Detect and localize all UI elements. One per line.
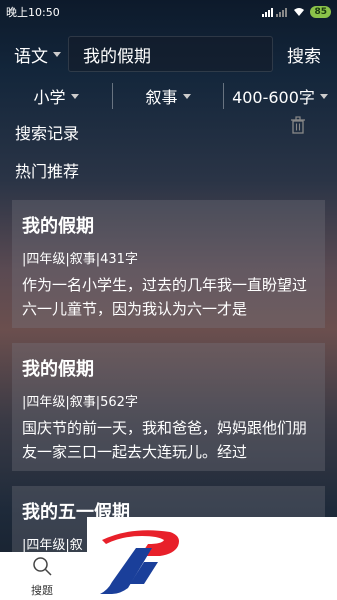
caret-down-icon: [53, 51, 61, 57]
nav-search-tab[interactable]: 搜题: [24, 556, 60, 598]
hot-recommend-title: 热门推荐: [15, 162, 80, 181]
filter-genre[interactable]: 叙事: [113, 84, 223, 108]
caret-down-icon: [70, 93, 79, 99]
search-input[interactable]: [77, 44, 308, 64]
search-history-title: 搜索记录: [15, 124, 80, 143]
status-bar: 晚上10:50 85: [0, 0, 337, 24]
nav-search-label: 搜题: [31, 584, 53, 597]
battery-icon: 85: [310, 6, 331, 18]
filter-genre-label: 叙事: [145, 88, 178, 107]
search-icon: [33, 557, 52, 576]
essay-excerpt: 作为一名小学生，过去的几年我一直盼望过六一儿童节，因为我认为六一才是: [22, 276, 308, 318]
filter-length[interactable]: 400-600字: [224, 84, 336, 108]
top-bar: 语文 搜索: [0, 34, 337, 74]
filter-bar: 小学 叙事 400-600字: [0, 82, 337, 110]
subject-dropdown[interactable]: 语文: [14, 42, 68, 67]
search-button[interactable]: 搜索: [287, 42, 321, 67]
logo: [100, 530, 179, 594]
signal-icon: [262, 8, 288, 17]
essay-card[interactable]: 我的假期 |四年级|叙事|562字 国庆节的前一天，我和爸爸，妈妈跟他们朋友一家…: [12, 343, 325, 471]
essay-excerpt: 国庆节的前一天，我和爸爸，妈妈跟他们朋友一家三口一起去大连玩儿。经过: [22, 419, 308, 461]
status-time: 晚上10:50: [6, 6, 60, 19]
essay-meta: |四年级|叙事|562字: [22, 395, 138, 410]
essay-card[interactable]: 我的假期 |四年级|叙事|431字 作为一名小学生，过去的几年我一直盼望过六一儿…: [12, 200, 325, 328]
filter-length-label: 400-600字: [232, 88, 315, 107]
filter-grade-label: 小学: [33, 88, 66, 107]
search-box[interactable]: [68, 36, 308, 72]
caret-down-icon: [319, 93, 328, 99]
essay-title: 我的假期: [22, 359, 94, 380]
status-icons: 85: [262, 6, 331, 18]
subject-label: 语文: [14, 46, 48, 67]
filter-grade[interactable]: 小学: [0, 84, 112, 108]
wifi-icon: [294, 8, 305, 16]
trash-icon[interactable]: [290, 116, 306, 134]
essay-meta: |四年级|叙事|431字: [22, 252, 138, 267]
caret-down-icon: [182, 93, 191, 99]
essay-title: 我的假期: [22, 216, 94, 237]
